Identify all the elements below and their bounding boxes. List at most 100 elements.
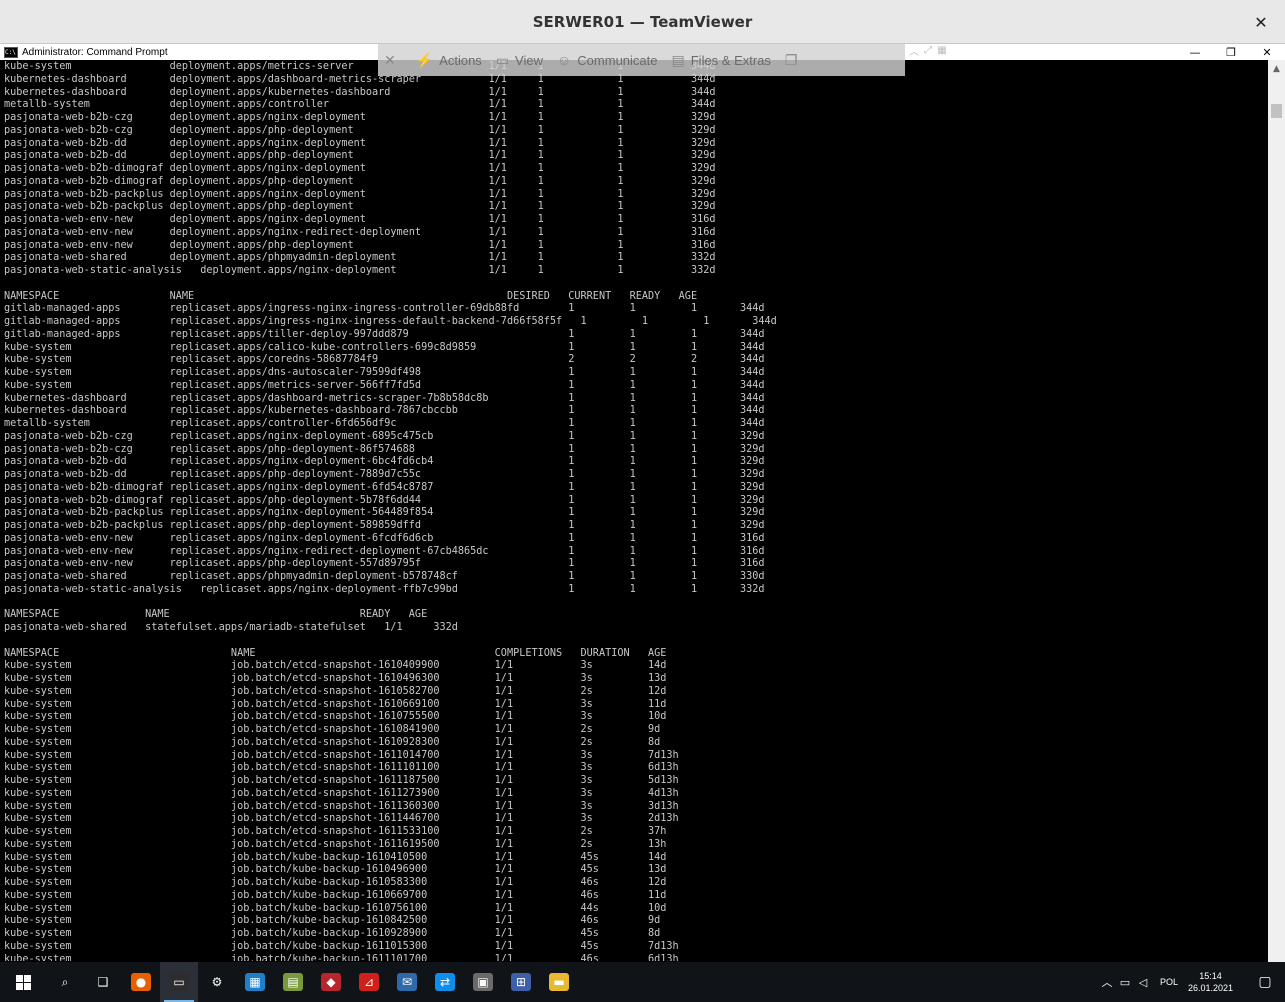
notification-icon[interactable]: ▢ [1245,962,1285,1002]
start-button[interactable] [0,962,46,1002]
console-line: pasjonata-web-b2b-dimograf deployment.ap… [4,163,716,174]
console-line: pasjonata-web-b2b-czg replicaset.apps/ng… [4,430,765,442]
console-line: pasjonata-web-b2b-dimograf deployment.ap… [4,175,716,187]
firefox-taskbar-button[interactable]: ● [122,962,160,1002]
console-output[interactable]: kube-system deployment.apps/metrics-serv… [4,61,1263,961]
console-line: pasjonata-web-b2b-dd deployment.apps/ngi… [4,137,716,149]
tv-collapse-button[interactable]: ✕ [384,52,402,69]
rdp-taskbar-button[interactable]: ⊞ [502,962,540,1002]
network-taskbar-button[interactable]: ▣ [464,962,502,1002]
remote-desktop-icon: ⊞ [511,973,531,991]
taskview-taskbar-button[interactable]: ❑ [84,962,122,1002]
tv-mini-toolbar: ︿ ⤢ ▦ [908,44,948,58]
console-line: pasjonata-web-b2b-packplus replicaset.ap… [4,520,765,531]
filezilla-icon: ◆ [321,973,341,991]
console-line: pasjonata-web-b2b-czg deployment.apps/ph… [4,124,716,136]
command-prompt-window: C:\ Administrator: Command Prompt — ❐ ✕ … [0,44,1285,966]
console-line: pasjonata-web-b2b-dimograf replicaset.ap… [4,481,765,493]
screen-icon: ❐ [784,51,798,68]
console-line: pasjonata-web-static-analysis deployment… [4,265,716,276]
teamviewer-icon: ⇄ [435,973,455,991]
console-line: kube-system job.batch/kube-backup-161110… [4,953,679,962]
console-line: pasjonata-web-b2b-dd replicaset.apps/ngi… [4,456,765,468]
console-line: kube-system job.batch/etcd-snapshot-1611… [4,762,679,774]
scroll-up-icon[interactable]: ▲ [1268,60,1285,77]
tv-view-menu[interactable]: ▭ View [496,52,543,69]
language-indicator[interactable]: POL [1160,977,1178,987]
console-line: gitlab-managed-apps replicaset.apps/till… [4,328,765,340]
server-manager-taskbar-button[interactable]: ▦ [236,962,274,1002]
console-line: pasjonata-web-b2b-czg deployment.apps/ng… [4,112,716,123]
chevron-up-icon[interactable]: ︿ [908,44,920,58]
cmd-close-button[interactable]: ✕ [1249,44,1285,60]
console-line: metallb-system replicaset.apps/controlle… [4,418,765,429]
tv-actions-label: Actions [439,52,482,68]
lightning-icon: ⚡ [415,51,434,68]
window-title: SERWER01 — TeamViewer [532,12,753,31]
console-line: kube-system job.batch/etcd-snapshot-1610… [4,685,667,697]
console-line: kube-system job.batch/etcd-snapshot-1610… [4,724,661,735]
search-taskbar-button[interactable]: ⌕ [46,962,84,1002]
console-line: kube-system job.batch/etcd-snapshot-1611… [4,749,679,761]
chevron-up-icon[interactable]: ︿ [1098,962,1116,1002]
console-line: metallb-system deployment.apps/controlle… [4,99,716,111]
acrobat-taskbar-button[interactable]: ⊿ [350,962,388,1002]
console-line: kubernetes-dashboard deployment.apps/kub… [4,86,716,98]
tv-communicate-menu[interactable]: ☺ Communicate [557,52,658,68]
settings-taskbar-button[interactable]: ⚙ [198,962,236,1002]
console-line: NAMESPACE NAME DESIRED CURRENT READY AGE [4,290,698,302]
tv-screen-button[interactable]: ❐ [785,52,804,69]
file-icon: ▤ [671,51,685,68]
teamviewer-taskbar-button[interactable]: ⇄ [426,962,464,1002]
clock-time: 15:14 [1199,971,1222,981]
volume-icon[interactable]: ◁ [1134,962,1152,1002]
tv-files-menu[interactable]: ▤ Files & Extras [672,52,771,69]
console-line: pasjonata-web-env-new replicaset.apps/ng… [4,545,765,557]
tv-communicate-label: Communicate [577,52,658,68]
console-line: pasjonata-web-shared replicaset.apps/php… [4,571,765,582]
server-icon: ▦ [245,973,265,991]
console-line: pasjonata-web-static-analysis replicaset… [4,583,765,595]
network-icon[interactable]: ▭ [1116,962,1134,1002]
console-line: NAMESPACE NAME READY AGE [4,609,428,621]
cmd-taskbar-button[interactable]: ▭ [160,962,198,1002]
console-line: kube-system job.batch/etcd-snapshot-1611… [4,775,679,786]
console-line: kube-system replicaset.apps/dns-autoscal… [4,367,765,378]
console-line: kubernetes-dashboard replicaset.apps/das… [4,392,765,404]
windows-logo-icon [15,974,31,990]
monitor-icon: ▭ [495,51,510,68]
console-line: kube-system job.batch/etcd-snapshot-1610… [4,736,661,748]
console-line: kube-system job.batch/kube-backup-161084… [4,915,661,927]
console-line: kube-system job.batch/etcd-snapshot-1610… [4,711,667,723]
console-line: kube-system job.batch/etcd-snapshot-1611… [4,800,679,812]
scroll-thumb[interactable] [1271,104,1282,118]
cmd-maximize-button[interactable]: ❐ [1213,44,1249,60]
mail-taskbar-button[interactable]: ✉ [388,962,426,1002]
pdf-icon: ⊿ [359,973,379,991]
fullscreen-icon[interactable]: ⤢ [922,44,934,56]
teamviewer-titlebar: SERWER01 — TeamViewer ✕ [0,0,1285,44]
cmd-minimize-button[interactable]: — [1177,44,1213,60]
console-line: kube-system job.batch/kube-backup-161049… [4,864,667,876]
teamviewer-close-button[interactable]: ✕ [1249,10,1273,34]
console-line: kube-system job.batch/kube-backup-161041… [4,851,667,863]
cmd-scrollbar[interactable]: ▲ [1268,60,1285,966]
filezilla-taskbar-button[interactable]: ◆ [312,962,350,1002]
grid-icon[interactable]: ▦ [936,44,948,56]
console-line: pasjonata-web-env-new deployment.apps/ng… [4,226,716,238]
tv-actions-menu[interactable]: ⚡ Actions [416,52,482,69]
console-line: kube-system job.batch/kube-backup-161075… [4,902,667,914]
console-line: pasjonata-web-shared statefulset.apps/ma… [4,622,458,633]
console-line: pasjonata-web-b2b-packplus deployment.ap… [4,201,716,213]
console-line: gitlab-managed-apps replicaset.apps/ingr… [4,303,765,315]
network-icon: ▣ [473,973,493,991]
console-line: kube-system job.batch/etcd-snapshot-1611… [4,826,667,837]
console-line: pasjonata-web-shared deployment.apps/php… [4,252,716,264]
system-tray: ︿ ▭ ◁ POL 15:14 26.01.2021 ▢ [1098,962,1285,1002]
explorer-taskbar-button[interactable]: ▬ [540,962,578,1002]
clock[interactable]: 15:14 26.01.2021 [1188,970,1233,994]
tools-taskbar-button[interactable]: ▤ [274,962,312,1002]
console-line: kube-system job.batch/kube-backup-161066… [4,889,667,901]
console-line: kube-system job.batch/kube-backup-161058… [4,877,667,888]
